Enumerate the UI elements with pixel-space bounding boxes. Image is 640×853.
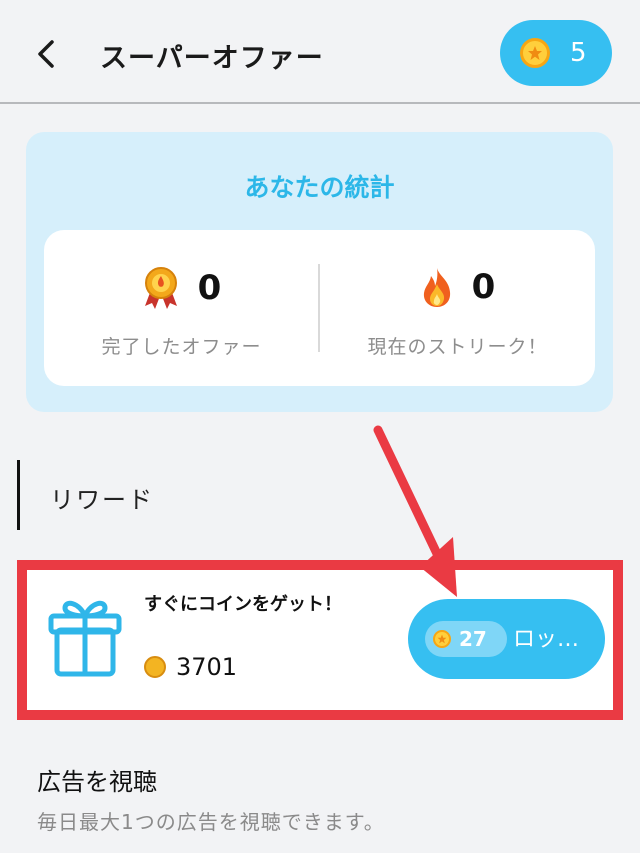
highlight-box [17,560,623,720]
coin-balance-badge[interactable]: 5 [500,20,612,86]
coin-balance: 5 [570,38,587,68]
section-accent-bar [17,460,20,530]
page-title: スーパーオファー [100,43,324,74]
star-coin-icon [520,38,550,68]
completed-offers-value: 0 [197,268,222,308]
completed-offers-label: 完了したオファー [101,336,262,358]
watch-ad-title: 広告を視聴 [37,768,157,796]
rewards-section-title: リワード [50,486,154,514]
stats-card: あなたの統計 0 完了したオファー 0 現在のストリーク！ [26,132,613,412]
stats-title: あなたの統計 [244,173,395,202]
header: スーパーオファー 5 [0,0,640,103]
streak-stat: 0 現在のストリーク！ [320,230,595,386]
medal-icon [144,267,177,309]
stats-panel: 0 完了したオファー 0 現在のストリーク！ [44,230,595,386]
completed-offers-stat: 0 完了したオファー [44,230,319,386]
streak-label: 現在のストリーク！ [367,336,548,358]
watch-ad-subtitle: 毎日最大1つの広告を視聴できます。 [37,810,385,834]
streak-value: 0 [471,267,496,307]
fire-icon [423,268,450,307]
header-divider [0,102,640,104]
back-button[interactable] [26,34,66,74]
chevron-left-icon [38,40,54,68]
annotation-arrow [373,425,457,597]
super-offer-screen: スーパーオファー 5 あなたの統計 0 完了したオファー 0 現在のストリーク！… [0,0,640,853]
